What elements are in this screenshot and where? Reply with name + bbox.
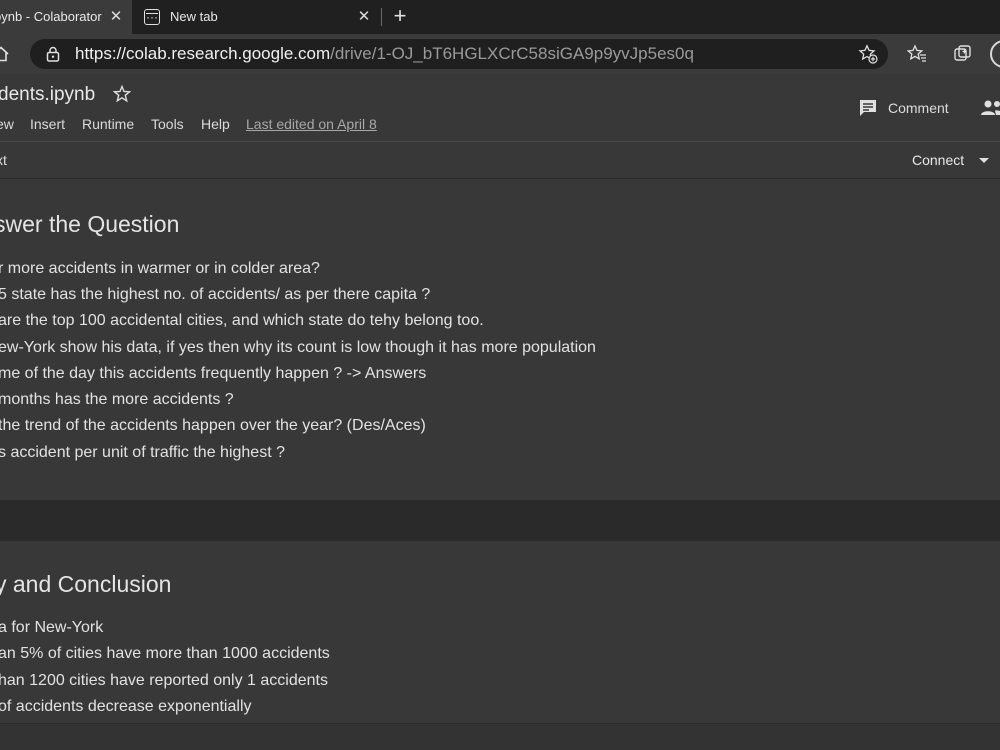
list-item: a for New-York bbox=[0, 619, 104, 636]
tab-title: New tab bbox=[170, 9, 218, 24]
lock-icon[interactable] bbox=[46, 46, 60, 62]
browser-tab-bar: pynb - Colaborator ✕ New tab ✕ + bbox=[0, 0, 1000, 34]
chevron-down-icon[interactable] bbox=[979, 158, 989, 163]
menu-help[interactable]: Help bbox=[201, 116, 230, 132]
share-people-icon[interactable] bbox=[980, 98, 1000, 118]
notebook-title[interactable]: dents.ipynb bbox=[0, 84, 95, 106]
tab-new-tab[interactable]: New tab ✕ bbox=[134, 0, 380, 34]
list-item: of accidents decrease exponentially bbox=[0, 698, 252, 715]
home-icon[interactable] bbox=[0, 45, 10, 63]
new-tab-page-icon bbox=[144, 9, 160, 25]
url-host: https://colab.research.google.com bbox=[75, 44, 331, 63]
menu-view[interactable]: ew bbox=[0, 116, 14, 132]
star-icon[interactable] bbox=[113, 85, 131, 103]
url-text[interactable]: https://colab.research.google.com/drive/… bbox=[75, 44, 694, 64]
add-text-cell-button[interactable]: xt bbox=[0, 152, 7, 168]
text-cell-questions[interactable]: swer the Question r more accidents in wa… bbox=[0, 180, 1000, 500]
list-item: me of the day this accidents frequently … bbox=[0, 365, 427, 382]
new-tab-button[interactable]: + bbox=[388, 3, 412, 29]
notebook-header: dents.ipynb ew Insert Runtime Tools Help… bbox=[0, 74, 1000, 142]
list-item: months has the more accidents ? bbox=[0, 391, 234, 408]
list-item: r more accidents in warmer or in colder … bbox=[0, 260, 320, 277]
notebook-content: swer the Question r more accidents in wa… bbox=[0, 180, 1000, 750]
close-tab-icon[interactable]: ✕ bbox=[356, 9, 372, 25]
url-path: /drive/1-OJ_bT6HGLXCrC58siGA9p9yvJp5es0q bbox=[330, 44, 694, 63]
favorites-icon[interactable] bbox=[907, 44, 927, 64]
tab-colab[interactable]: pynb - Colaborator ✕ bbox=[0, 0, 132, 34]
cell-footer-strip bbox=[0, 723, 1000, 750]
list-item: s accident per unit of traffic the highe… bbox=[0, 444, 285, 461]
notebook-toolbar: xt Connect bbox=[0, 142, 1000, 179]
comment-icon bbox=[860, 100, 876, 116]
list-item: the trend of the accidents happen over t… bbox=[0, 417, 426, 434]
list-item: ew-York show his data, if yes then why i… bbox=[0, 339, 596, 356]
profile-avatar[interactable] bbox=[990, 40, 1000, 68]
cell-heading: swer the Question bbox=[0, 211, 180, 237]
list-item: are the top 100 accidental cities, and w… bbox=[0, 312, 484, 329]
list-item: an 5% of cities have more than 1000 acci… bbox=[0, 645, 330, 662]
comment-label: Comment bbox=[888, 100, 949, 116]
list-item: han 1200 cities have reported only 1 acc… bbox=[0, 672, 328, 689]
close-tab-icon[interactable]: ✕ bbox=[108, 9, 124, 25]
last-edited-link[interactable]: Last edited on April 8 bbox=[246, 116, 377, 132]
cell-heading: y and Conclusion bbox=[0, 571, 172, 597]
browser-toolbar: https://colab.research.google.com/drive/… bbox=[0, 34, 1000, 74]
menu-tools[interactable]: Tools bbox=[151, 116, 184, 132]
text-cell-conclusion[interactable]: y and Conclusion a for New-York an 5% of… bbox=[0, 541, 1000, 750]
address-bar[interactable]: https://colab.research.google.com/drive/… bbox=[30, 39, 888, 69]
collections-icon[interactable] bbox=[953, 44, 973, 64]
menu-runtime[interactable]: Runtime bbox=[82, 116, 134, 132]
add-favorite-icon[interactable] bbox=[858, 44, 878, 64]
tab-divider bbox=[381, 8, 382, 26]
comment-button[interactable]: Comment bbox=[858, 98, 949, 118]
connect-button[interactable]: Connect bbox=[912, 152, 964, 168]
menu-insert[interactable]: Insert bbox=[30, 116, 65, 132]
list-item: 5 state has the highest no. of accidents… bbox=[0, 286, 431, 303]
tab-title: pynb - Colaborator bbox=[0, 9, 102, 24]
